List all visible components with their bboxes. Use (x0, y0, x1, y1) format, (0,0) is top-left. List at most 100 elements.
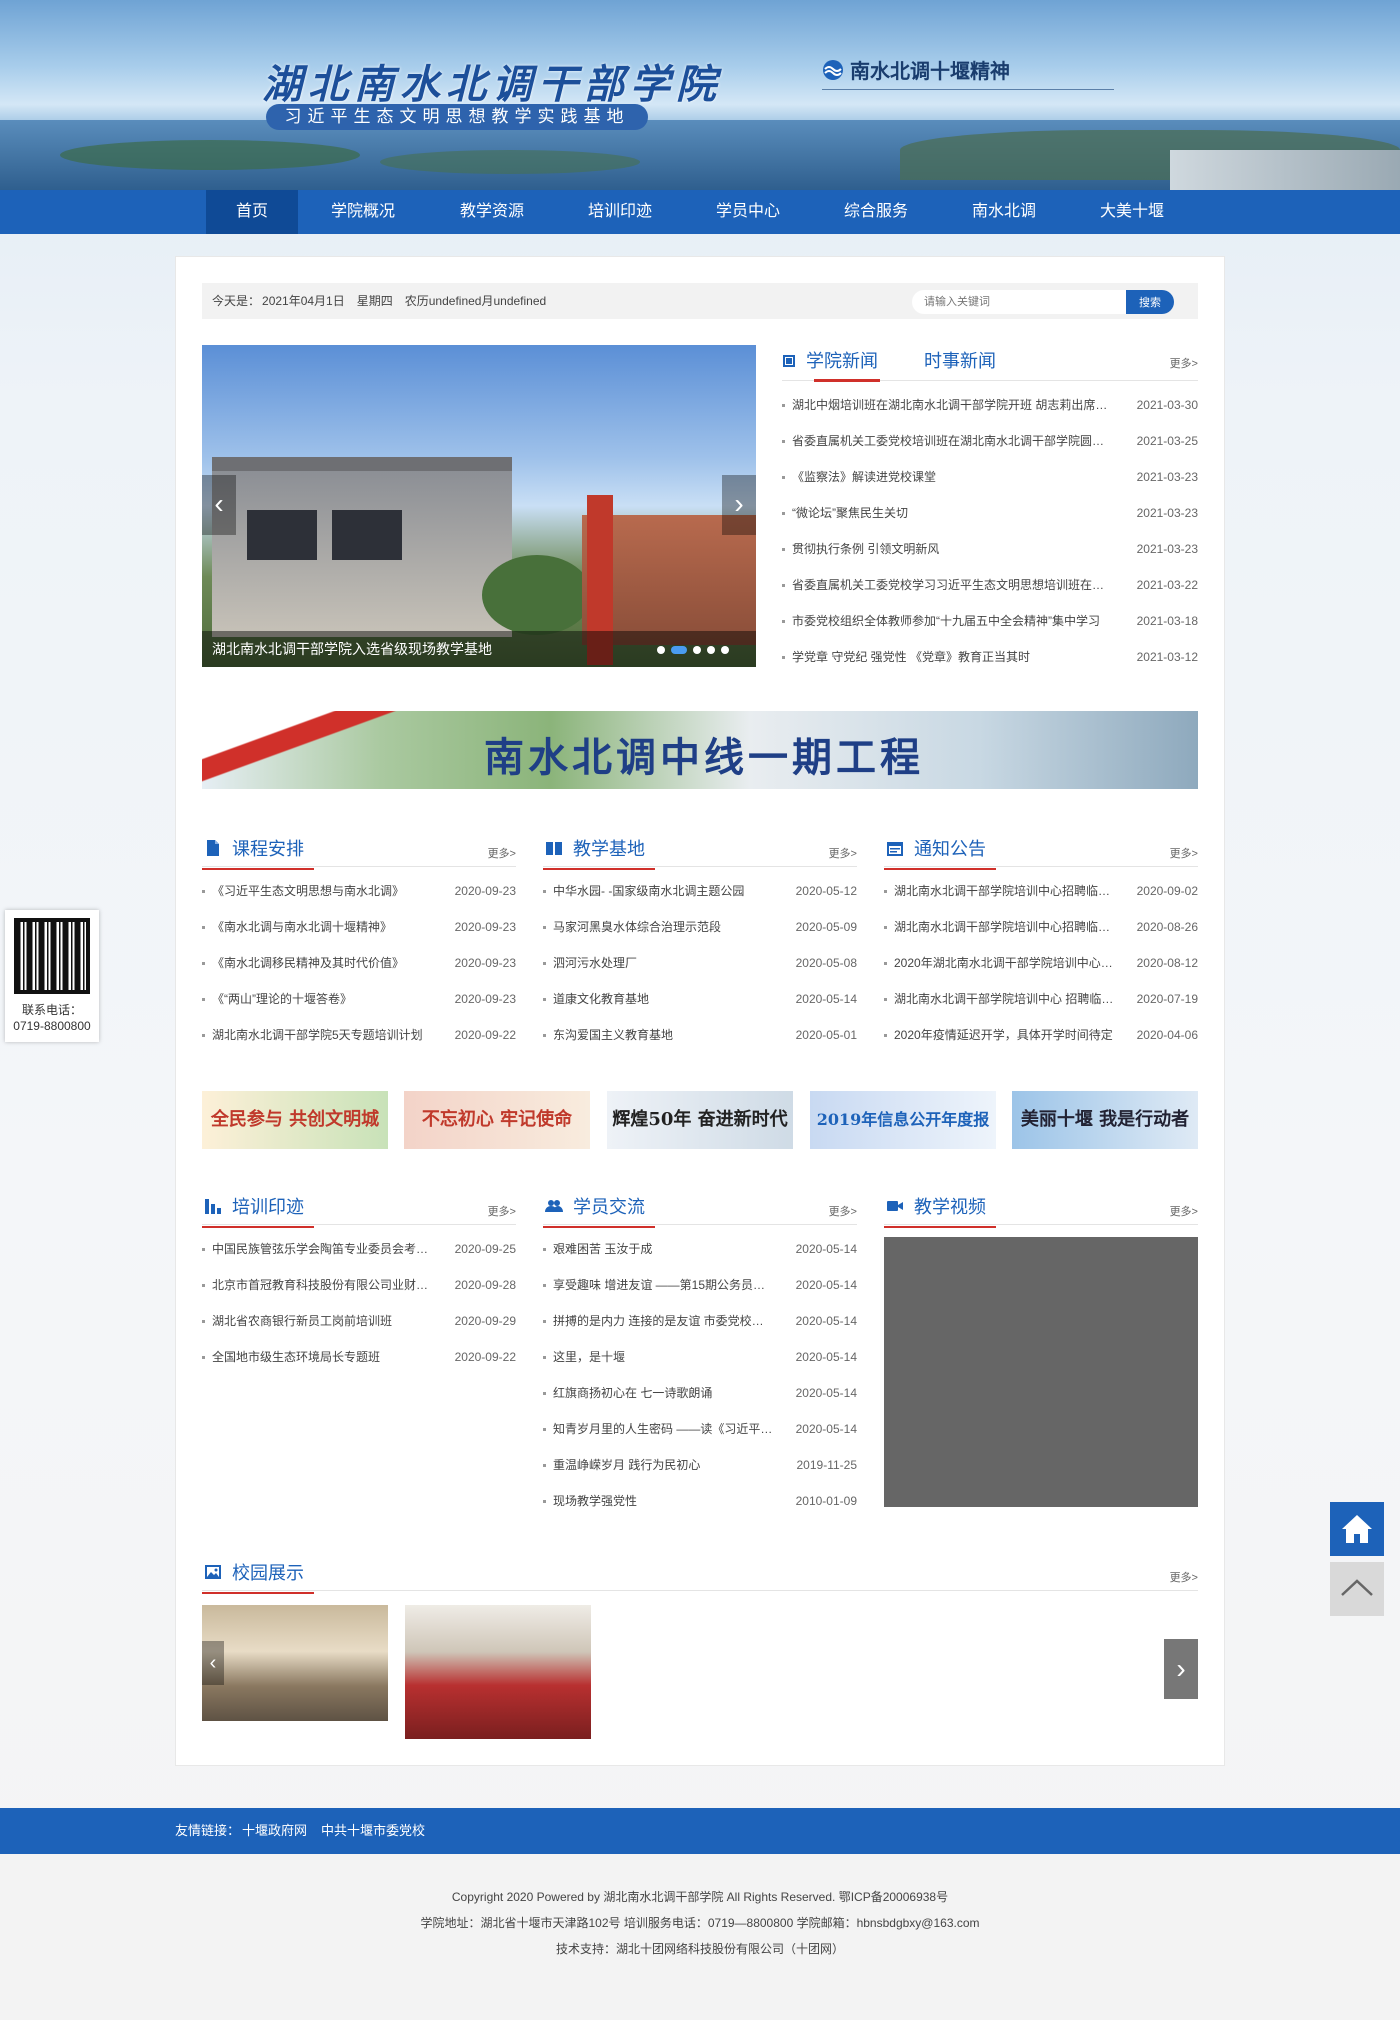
list-item[interactable]: 湖北南水北调干部学院培训中心 招聘临时工作人员公告 2020-07-19 (884, 981, 1198, 1017)
list-item[interactable]: 《习近平生态文明思想与南水北调》 2020-09-23 (202, 873, 516, 909)
list-item[interactable]: 2020年湖北南水北调干部学院培训中心招聘公告 2020-08-12 (884, 945, 1198, 981)
section-header: 教学视频 更多> (884, 1189, 1198, 1228)
section-title[interactable]: 教学视频 (884, 1193, 996, 1228)
list-item[interactable]: 红旗商扬初心在 七一诗歌朗诵 2020-05-14 (543, 1375, 857, 1411)
list-item[interactable]: 贯彻执行条例 引领文明新风 2021-03-23 (782, 531, 1198, 567)
search-button[interactable]: 搜索 (1126, 290, 1174, 314)
list-item-title: 知青岁月里的人生密码 ——读《习近平的七年知青岁月》 (553, 1422, 775, 1436)
list-item[interactable]: 泗河污水处理厂 2020-05-08 (543, 945, 857, 981)
list-item[interactable]: 《监察法》解读进党校课堂 2021-03-23 (782, 459, 1198, 495)
section-title[interactable]: 校园展示 (202, 1559, 314, 1594)
list-item-date: 2021-03-23 (1136, 470, 1198, 484)
list-item[interactable]: 知青岁月里的人生密码 ——读《习近平的七年知青岁月》 2020-05-14 (543, 1411, 857, 1447)
nav-item-about[interactable]: 学院概况 (298, 190, 428, 234)
section-title[interactable]: 培训印迹 (202, 1193, 314, 1228)
list-item-title: 湖北南水北调干部学院培训中心招聘临时工作人员公告 (894, 884, 1116, 898)
campus-prev-button[interactable]: ‹ (202, 1641, 224, 1685)
slider-dot[interactable] (721, 646, 729, 654)
list-item[interactable]: “微论坛”聚焦民生关切 2021-03-23 (782, 495, 1198, 531)
list-item[interactable]: 《南水北调与南水北调十堰精神》 2020-09-23 (202, 909, 516, 945)
section-more-link[interactable]: 更多> (1170, 1569, 1198, 1585)
mini-banner[interactable]: 辉煌50年 奋进新时代 (607, 1091, 793, 1149)
list-item[interactable]: 马家河黑臭水体综合治理示范段 2020-05-09 (543, 909, 857, 945)
campus-photo[interactable] (405, 1605, 591, 1739)
chevron-up-icon (1341, 1579, 1373, 1596)
list-item[interactable]: 湖北中烟培训班在湖北南水北调干部学院开班 胡志莉出席开班仪式 2021-03-30 (782, 387, 1198, 423)
home-button[interactable] (1330, 1502, 1384, 1556)
tab-college-news[interactable]: 学院新闻 (806, 345, 880, 382)
list-item[interactable]: 道康文化教育基地 2020-05-14 (543, 981, 857, 1017)
friend-link[interactable]: 十堰政府网 (242, 1823, 307, 1838)
campus-photo[interactable]: ‹ (202, 1605, 388, 1721)
nav-item-services[interactable]: 综合服务 (812, 190, 940, 234)
island-decoration (380, 150, 640, 174)
campus-next-button[interactable]: › (1164, 1639, 1198, 1699)
section-title[interactable]: 课程安排 (202, 835, 314, 870)
list-item[interactable]: 东沟爱国主义教育基地 2020-05-01 (543, 1017, 857, 1053)
slider-dot[interactable] (657, 646, 665, 654)
section-title[interactable]: 学员交流 (543, 1193, 655, 1228)
list-item[interactable]: 市委党校组织全体教师参加“十九届五中全会精神”集中学习 2021-03-18 (782, 603, 1198, 639)
list-item[interactable]: 省委直属机关工委党校学习习近平生态文明思想培训班在我院开班 2021-03-22 (782, 567, 1198, 603)
section-more-link[interactable]: 更多> (488, 1203, 516, 1219)
list-item-title: 现场教学强党性 (553, 1494, 638, 1508)
project-banner[interactable]: 南水北调中线一期工程 (202, 711, 1198, 789)
mini-banner[interactable]: 2019年信息公开年度报告 (810, 1091, 996, 1149)
list-item[interactable]: 省委直属机关工委党校培训班在湖北南水北调干部学院圆满结业 2021-03-25 (782, 423, 1198, 459)
mini-banner[interactable]: 美丽十堰 我是行动者 (1012, 1091, 1198, 1149)
nav-item-home[interactable]: 首页 (206, 190, 298, 234)
slider-next-button[interactable]: › (722, 475, 756, 535)
list-item[interactable]: 《“两山”理论的十堰答卷》 2020-09-23 (202, 981, 516, 1017)
slider-dot[interactable] (707, 646, 715, 654)
section-more-link[interactable]: 更多> (1170, 845, 1198, 861)
list-item[interactable]: 2020年疫情延迟开学，具体开学时间待定 2020-04-06 (884, 1017, 1198, 1053)
slider-prev-button[interactable]: ‹ (202, 475, 236, 535)
list-item[interactable]: 现场教学强党性 2010-01-09 (543, 1483, 857, 1519)
nav-item-training[interactable]: 培训印迹 (556, 190, 684, 234)
section-more-link[interactable]: 更多> (829, 1203, 857, 1219)
mini-banner[interactable]: 不忘初心 牢记使命 (404, 1091, 590, 1149)
list-item[interactable]: 重温峥嵘岁月 践行为民初心 2019-11-25 (543, 1447, 857, 1483)
list-item[interactable]: 全国地市级生态环境局长专题班 2020-09-22 (202, 1339, 516, 1375)
list-item[interactable]: 北京市首冠教育科技股份有限公司业财融合培训班 2020-09-28 (202, 1267, 516, 1303)
list-item[interactable]: 拼搏的是内力 连接的是友谊 市委党校主体班学员 2020-05-14 (543, 1303, 857, 1339)
list-item[interactable]: 湖北南水北调干部学院培训中心招聘临时工作人员公告 2020-09-02 (884, 873, 1198, 909)
image-slider[interactable]: ‹ › 湖北南水北调干部学院入选省级现场教学基地 (202, 345, 756, 667)
friend-link[interactable]: 中共十堰市委党校 (321, 1823, 425, 1838)
video-camera-icon (887, 1201, 903, 1211)
list-item[interactable]: 湖北南水北调干部学院培训中心招聘临时工作人员公告 2020-08-26 (884, 909, 1198, 945)
list-item[interactable]: 《南水北调移民精神及其时代价值》 2020-09-23 (202, 945, 516, 981)
slider-dot-active[interactable] (671, 646, 687, 654)
mini-banner[interactable]: 全民参与 共创文明城 (202, 1091, 388, 1149)
qr-phone: 0719-8800800 (13, 1019, 91, 1033)
logo-subtitle: 习近平生态文明思想教学实践基地 (266, 104, 648, 130)
section-more-link[interactable]: 更多> (829, 845, 857, 861)
slider-dot[interactable] (693, 646, 701, 654)
list-item-date: 2020-05-09 (795, 920, 857, 934)
nav-item-shiyan[interactable]: 大美十堰 (1068, 190, 1196, 234)
tab-current-news[interactable]: 时事新闻 (924, 345, 996, 377)
list-item[interactable]: 湖北南水北调干部学院5天专题培训计划 2020-09-22 (202, 1017, 516, 1053)
video-player[interactable] (884, 1237, 1198, 1507)
news-more-link[interactable]: 更多> (1170, 355, 1198, 371)
list-item-date: 2020-09-23 (454, 992, 516, 1006)
list-item[interactable]: 艰难困苦 玉汝于成 2020-05-14 (543, 1231, 857, 1267)
list-item[interactable]: 享受趣味 增进友谊 ——第15期公务员初任培训班 2020-05-14 (543, 1267, 857, 1303)
list-item-title: 东沟爱国主义教育基地 (553, 1028, 674, 1042)
list-item[interactable]: 中华水园- -国家级南水北调主题公园 2020-05-12 (543, 873, 857, 909)
list-item[interactable]: 中国民族管弦乐学会陶笛专业委员会考级指导教师培训班 2020-09-25 (202, 1231, 516, 1267)
list-item[interactable]: 湖北省农商银行新员工岗前培训班 2020-09-29 (202, 1303, 516, 1339)
nav-item-resources[interactable]: 教学资源 (428, 190, 556, 234)
back-to-top-button[interactable] (1330, 1562, 1384, 1616)
section-title[interactable]: 通知公告 (884, 835, 996, 870)
list-item[interactable]: 这里，是十堰 2020-05-14 (543, 1339, 857, 1375)
section-more-link[interactable]: 更多> (488, 845, 516, 861)
list-item[interactable]: 学党章 守党纪 强党性 《党章》教育正当其时 2021-03-12 (782, 639, 1198, 675)
nav-item-snwd[interactable]: 南水北调 (940, 190, 1068, 234)
list-item-title: 全国地市级生态环境局长专题班 (212, 1350, 381, 1364)
section-title[interactable]: 教学基地 (543, 835, 655, 870)
section-more-link[interactable]: 更多> (1170, 1203, 1198, 1219)
nav-item-students[interactable]: 学员中心 (684, 190, 812, 234)
list-item-date: 2020-05-01 (795, 1028, 857, 1042)
site-logo[interactable]: 湖北南水北调干部学院 (262, 52, 722, 110)
